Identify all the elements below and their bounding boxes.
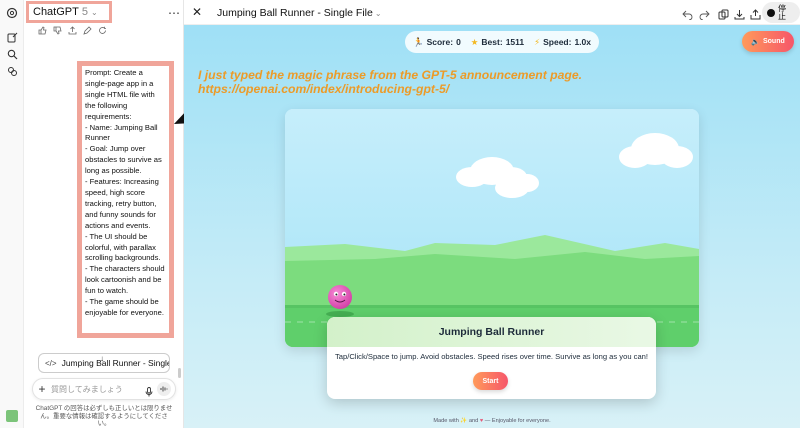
player-ball <box>328 285 352 309</box>
annotation-link: https://openai.com/index/introducing-gpt… <box>198 82 450 96</box>
composer-input[interactable]: 質問してみましょう <box>51 384 141 395</box>
close-canvas-button[interactable]: ✕ <box>192 5 202 19</box>
thumbs-up-icon[interactable] <box>38 22 47 35</box>
speed-stat: ⚡ Speed: 1.0x <box>534 37 591 48</box>
score-stat: 🏃 Score: 0 <box>413 37 461 48</box>
message-composer[interactable]: + 質問してみましょう <box>32 378 176 400</box>
share-icon[interactable] <box>68 22 77 35</box>
new-chat-icon[interactable] <box>5 30 19 44</box>
dialog-instructions: Tap/Click/Space to jump. Avoid obstacles… <box>334 352 649 361</box>
chevron-down-icon: ⌄ <box>374 9 382 18</box>
scrollbar[interactable] <box>178 368 181 378</box>
start-button[interactable]: Start <box>473 372 508 390</box>
best-label: Best: <box>481 37 503 47</box>
best-value: 1511 <box>505 37 525 47</box>
sound-label: Sound <box>762 38 785 45</box>
chat-panel: ChatGPT 5 ⌄ ⋯ Prompt: Create a single-pa… <box>24 0 184 428</box>
star-icon: ★ <box>470 36 479 47</box>
score-label: Score: <box>426 37 454 47</box>
speaker-icon: 🔈 <box>751 38 760 46</box>
canvas-header: ✕ Jumping Ball Runner - Single File ⌄ 停止 <box>184 0 800 25</box>
download-icon[interactable] <box>734 7 745 20</box>
and-word: and <box>468 418 479 424</box>
redo-icon[interactable] <box>699 7 710 21</box>
voice-mode-button[interactable] <box>157 382 171 396</box>
annotation-line-1: I just typed the magic phrase from the G… <box>198 68 582 82</box>
dialog-title: Jumping Ball Runner <box>327 317 656 347</box>
disclaimer-text: ChatGPT の回答は必ずしも正しいとは限りません。重要な情報は確認するように… <box>35 405 173 428</box>
scroll-down-icon[interactable]: ↓ <box>100 354 104 363</box>
canvas-attachment-chip[interactable]: </> Jumping Ball Runner - Single File <box>38 353 170 373</box>
footer-suffix: — Enjoyable for everyone. <box>484 418 551 424</box>
edit-icon[interactable] <box>83 22 92 35</box>
model-version: 5 <box>81 6 88 18</box>
stop-icon <box>767 8 775 17</box>
user-prompt-message: Prompt: Create a single-page app in a si… <box>77 61 174 338</box>
search-icon[interactable] <box>5 47 19 61</box>
stop-button[interactable]: 停止 <box>762 2 800 23</box>
code-icon: </> <box>45 358 57 368</box>
stop-label: 停止 <box>778 3 786 21</box>
game-canvas[interactable] <box>285 109 699 347</box>
message-actions <box>38 22 107 35</box>
refresh-icon[interactable] <box>98 22 107 34</box>
thumbs-down-icon[interactable] <box>53 22 62 35</box>
best-stat: ★ Best: 1511 <box>471 37 524 48</box>
lightning-icon: ⚡ <box>534 36 541 47</box>
start-dialog: Jumping Ball Runner Tap/Click/Space to j… <box>327 317 656 399</box>
sound-toggle-button[interactable]: 🔈 Sound <box>742 31 794 52</box>
canvas-title[interactable]: Jumping Ball Runner - Single File ⌄ <box>217 7 382 19</box>
footer-credit: Made with ✨ and ♥ — Enjoyable for everyo… <box>184 418 800 424</box>
icon-rail <box>0 0 24 428</box>
user-avatar[interactable] <box>6 410 18 422</box>
stats-bar: 🏃 Score: 0 ★ Best: 1511 ⚡ Speed: 1.0x <box>405 31 599 53</box>
game-scene <box>285 109 699 347</box>
library-icon[interactable] <box>5 64 19 78</box>
speed-label: Speed: <box>543 37 572 47</box>
attachment-label: Jumping Ball Runner - Single File <box>61 358 170 368</box>
undo-icon[interactable] <box>682 7 693 21</box>
speed-value: 1.0x <box>574 37 591 47</box>
annotation-text: I just typed the magic phrase from the G… <box>198 68 582 96</box>
game-preview: 🏃 Score: 0 ★ Best: 1511 ⚡ Speed: 1.0x 🔈 … <box>184 25 800 428</box>
copy-icon[interactable] <box>718 7 729 20</box>
footer-prefix: Made with <box>433 418 459 424</box>
openai-logo-icon[interactable] <box>5 6 19 20</box>
model-selector[interactable]: ChatGPT 5 ⌄ <box>26 1 112 23</box>
add-attachment-button[interactable]: + <box>37 382 47 396</box>
canvas-title-text: Jumping Ball Runner - Single File <box>217 7 373 19</box>
sparkle-icon: ✨ <box>460 418 468 424</box>
more-menu-button[interactable]: ⋯ <box>168 6 180 20</box>
heart-icon: ♥ <box>479 418 484 424</box>
share-icon[interactable] <box>750 7 761 20</box>
runner-icon: 🏃 <box>413 36 424 47</box>
chevron-down-icon: ⌄ <box>90 7 98 17</box>
microphone-icon[interactable] <box>145 384 153 397</box>
model-name: ChatGPT <box>33 6 79 18</box>
score-value: 0 <box>456 37 461 47</box>
